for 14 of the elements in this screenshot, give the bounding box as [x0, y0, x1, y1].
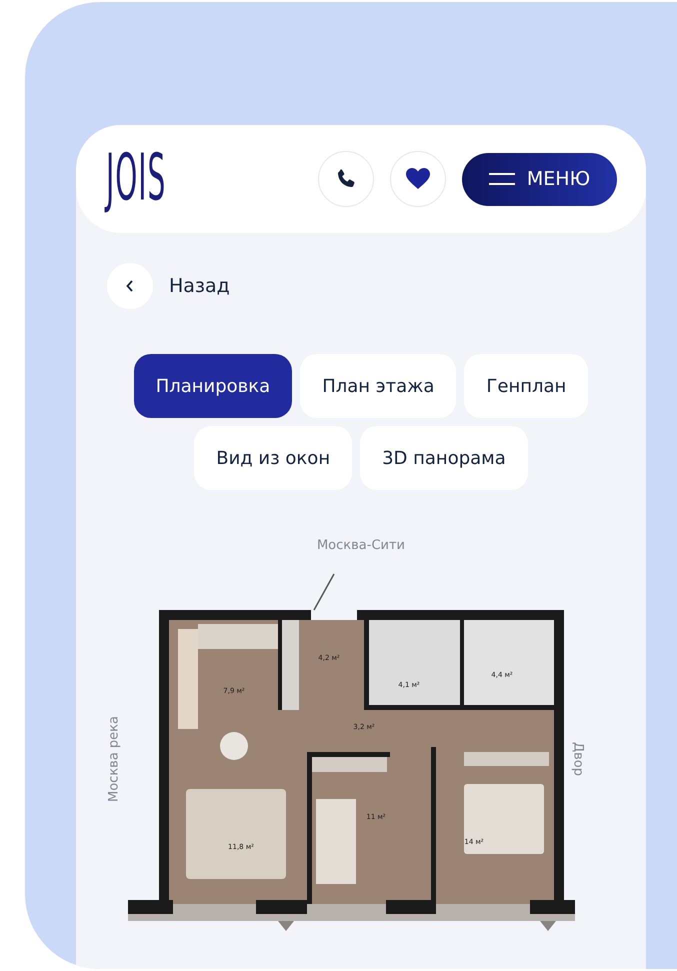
- view-tab[interactable]: Планировка: [134, 354, 292, 418]
- view-tab[interactable]: План этажа: [300, 354, 456, 418]
- direction-label: Москва-Сити: [316, 538, 406, 553]
- menu-icon: [488, 171, 515, 187]
- heart-icon: [405, 167, 431, 191]
- back-link[interactable]: Назад: [169, 275, 230, 297]
- direction-label: Двор: [570, 742, 586, 776]
- direction-label: Москва река: [106, 716, 122, 802]
- view-tab[interactable]: 3D панорама: [360, 426, 528, 490]
- chevron-left-icon: [125, 279, 135, 293]
- view-tab[interactable]: Вид из окон: [194, 426, 352, 490]
- logo[interactable]: JOIS: [106, 146, 166, 212]
- menu-button[interactable]: МЕНЮ: [462, 152, 617, 206]
- view-tab[interactable]: Генплан: [464, 354, 588, 418]
